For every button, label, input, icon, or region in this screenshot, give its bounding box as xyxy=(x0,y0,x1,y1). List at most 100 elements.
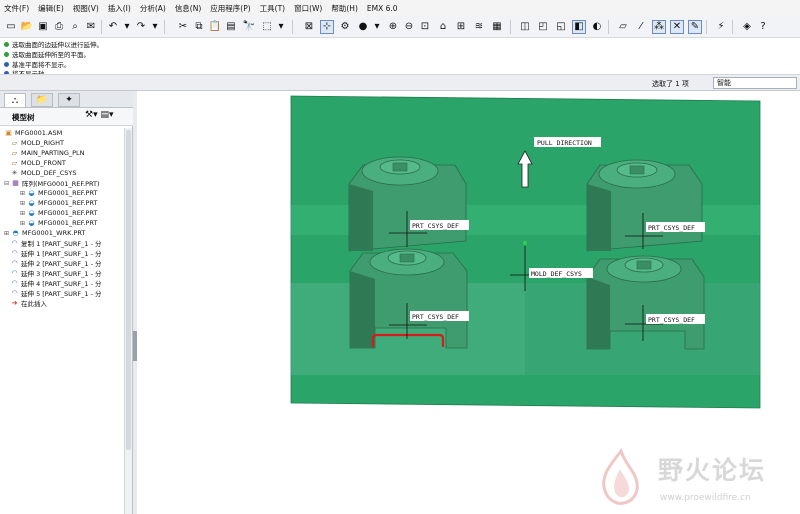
datum-axes-icon[interactable]: ⁄ xyxy=(634,20,648,34)
shading-dropdown-icon[interactable]: ▾ xyxy=(370,20,384,34)
tree-item-surface[interactable]: ◠ 复制 1 [PART_SURF_1 - 分 xyxy=(10,238,101,248)
view-manager-icon[interactable]: ▦ xyxy=(490,20,504,34)
prompt-icon xyxy=(4,41,9,47)
print-icon[interactable]: ⎙ xyxy=(52,20,66,34)
tree-item-surface[interactable]: ◠ 延伸 4 [PART_SURF_1 - 分 xyxy=(10,278,101,288)
tree-columns-icon[interactable]: ▤▾ xyxy=(100,110,113,120)
layers-icon[interactable]: ≋ xyxy=(472,20,486,34)
wireframe-icon[interactable]: ◫ xyxy=(518,20,532,34)
ref-part-upper-right[interactable] xyxy=(586,159,703,252)
disconnect-icon[interactable]: ⚡ xyxy=(714,20,728,34)
tree-item-surface[interactable]: ◠ 延伸 5 [PART_SURF_1 - 分 xyxy=(10,288,101,298)
menu-help[interactable]: 帮助(H) xyxy=(331,3,358,14)
tree-item-surface[interactable]: ◠ 延伸 3 [PART_SURF_1 - 分 xyxy=(10,268,101,278)
tree-item-datum-plane[interactable]: ▱ MOLD_FRONT xyxy=(10,158,66,168)
expand-icon[interactable]: ⊞ xyxy=(20,210,27,217)
datum-planes-icon[interactable]: ▱ xyxy=(616,20,630,34)
shaded-display-icon[interactable]: ◧ xyxy=(572,20,586,34)
menu-tools[interactable]: 工具(T) xyxy=(260,3,285,14)
tree-item-ref-part[interactable]: ⊞ ◒ MFG0001_REF.PRT xyxy=(20,188,98,198)
toolbar-separator xyxy=(706,20,707,34)
tree-item-insert-here[interactable]: ➔ 在此插入 xyxy=(10,298,47,308)
menu-edit[interactable]: 编辑(E) xyxy=(38,3,64,14)
tab-model-tree[interactable]: ⛬ xyxy=(4,93,26,107)
menu-file[interactable]: 文件(F) xyxy=(4,3,29,14)
part-csys-label: PRT_CSYS_DEF xyxy=(412,222,459,230)
context-help-icon[interactable]: ? xyxy=(756,20,770,34)
save-icon[interactable]: ▣ xyxy=(36,20,50,34)
tree-item-workpiece[interactable]: ⊞ ◓ MFG0001_WRK.PRT xyxy=(4,228,85,238)
tree-item-ref-part[interactable]: ⊞ ◒ MFG0001_REF.PRT xyxy=(20,218,98,228)
mail-icon[interactable]: ✉ xyxy=(84,20,98,34)
redo-dropdown-icon[interactable]: ▾ xyxy=(148,20,162,34)
new-file-icon[interactable]: ▭ xyxy=(4,20,18,34)
coordinate-systems-icon[interactable]: ✕ xyxy=(670,20,684,34)
toolbar-separator xyxy=(608,20,609,34)
tree-item-surface[interactable]: ◠ 延伸 1 [PART_SURF_1 - 分 xyxy=(10,248,101,258)
tree-item-pattern[interactable]: ⊟ ▦ 阵列(MFG0001_REF.PRT) xyxy=(4,178,100,188)
tree-item-datum-plane[interactable]: ▱ MAIN_PARTING_PLN xyxy=(10,148,85,158)
menu-emx[interactable]: EMX 6.0 xyxy=(367,4,398,13)
menu-applications[interactable]: 应用程序(P) xyxy=(210,3,250,14)
navigator-panel: ⛬ 📁 ✦ 模型树 ⚒▾ ▤▾ ▣ MFG0001.ASM ▱ MOLD_RIG… xyxy=(0,91,133,514)
model-tree-display-icon[interactable]: ◐ xyxy=(590,20,604,34)
copy-icon[interactable]: ⧉ xyxy=(192,20,206,34)
undo-dropdown-icon[interactable]: ▾ xyxy=(120,20,134,34)
expand-icon[interactable]: ⊞ xyxy=(20,190,27,197)
tab-favorites[interactable]: ✦ xyxy=(58,93,80,107)
no-hidden-icon[interactable]: ◱ xyxy=(554,20,568,34)
toolbar-separator xyxy=(732,20,733,34)
orient-icon[interactable]: ⚙ xyxy=(338,20,352,34)
paste-special-icon[interactable]: ▤ xyxy=(224,20,238,34)
undo-icon[interactable]: ↶ xyxy=(106,20,120,34)
scrollbar-thumb[interactable] xyxy=(126,130,131,450)
expand-icon[interactable]: ⊞ xyxy=(4,230,11,237)
open-folder-icon[interactable]: 📂 xyxy=(20,20,34,34)
menu-info[interactable]: 信息(N) xyxy=(175,3,201,14)
tree-item-ref-part[interactable]: ⊞ ◒ MFG0001_REF.PRT xyxy=(20,208,98,218)
menu-view[interactable]: 视图(V) xyxy=(73,3,99,14)
selection-filter-select[interactable]: 智能 xyxy=(713,77,797,89)
ref-part-upper-left[interactable] xyxy=(348,156,467,252)
tree-settings-icon[interactable]: ⚒▾ xyxy=(85,110,98,120)
expand-icon[interactable]: ⊞ xyxy=(20,200,27,207)
part-icon: ◒ xyxy=(28,189,35,197)
tree-item-datum-plane[interactable]: ▱ MOLD_RIGHT xyxy=(10,138,64,148)
selection-box-icon[interactable]: ⬚ xyxy=(260,20,274,34)
refit-icon[interactable]: ⊡ xyxy=(418,20,432,34)
tree-item-assembly[interactable]: ▣ MFG0001.ASM xyxy=(4,128,62,138)
toolbar-separator xyxy=(101,20,102,34)
tree-item-csys[interactable]: ✳ MOLD_DEF_CSYS xyxy=(10,168,77,178)
expand-icon[interactable]: ⊞ xyxy=(20,220,27,227)
mold-csys-label: MOLD_DEF_CSYS xyxy=(531,270,582,278)
regenerate-icon[interactable]: ⊠ xyxy=(302,20,316,34)
annotations-icon[interactable]: ✎ xyxy=(688,20,702,34)
spin-center-icon[interactable]: ⊹ xyxy=(320,20,334,34)
tree-item-ref-part[interactable]: ⊞ ◒ MFG0001_REF.PRT xyxy=(20,198,98,208)
datum-points-icon[interactable]: ⁂ xyxy=(652,20,666,34)
selection-dropdown-icon[interactable]: ▾ xyxy=(274,20,288,34)
redo-icon[interactable]: ↷ xyxy=(134,20,148,34)
message-line: 基准平面将不显示。 xyxy=(4,60,71,69)
saved-views-icon[interactable]: ⊞ xyxy=(454,20,468,34)
whats-this-icon[interactable]: ◈ xyxy=(740,20,754,34)
find-icon[interactable]: 🔭 xyxy=(242,20,256,34)
hidden-line-icon[interactable]: ◰ xyxy=(536,20,550,34)
zoom-out-icon[interactable]: ⊖ xyxy=(402,20,416,34)
cut-icon[interactable]: ✂ xyxy=(176,20,190,34)
menu-insert[interactable]: 插入(I) xyxy=(108,3,131,14)
print-preview-icon[interactable]: ⌕ xyxy=(68,20,82,34)
tree-item-surface[interactable]: ◠ 延伸 2 [PART_SURF_1 - 分 xyxy=(10,258,101,268)
menu-analysis[interactable]: 分析(A) xyxy=(140,3,166,14)
shading-icon[interactable]: ● xyxy=(356,20,370,34)
tree-scrollbar[interactable] xyxy=(124,128,132,514)
surface-icon: ◠ xyxy=(11,239,18,247)
tab-folder-browser[interactable]: 📁 xyxy=(31,93,53,107)
assembly-icon: ▣ xyxy=(5,129,12,137)
collapse-icon[interactable]: ⊟ xyxy=(4,180,11,187)
menu-window[interactable]: 窗口(W) xyxy=(294,3,322,14)
reorient-icon[interactable]: ⌂ xyxy=(436,20,450,34)
paste-icon[interactable]: 📋 xyxy=(208,20,222,34)
zoom-in-icon[interactable]: ⊕ xyxy=(386,20,400,34)
datum-plane-icon: ▱ xyxy=(11,139,18,147)
